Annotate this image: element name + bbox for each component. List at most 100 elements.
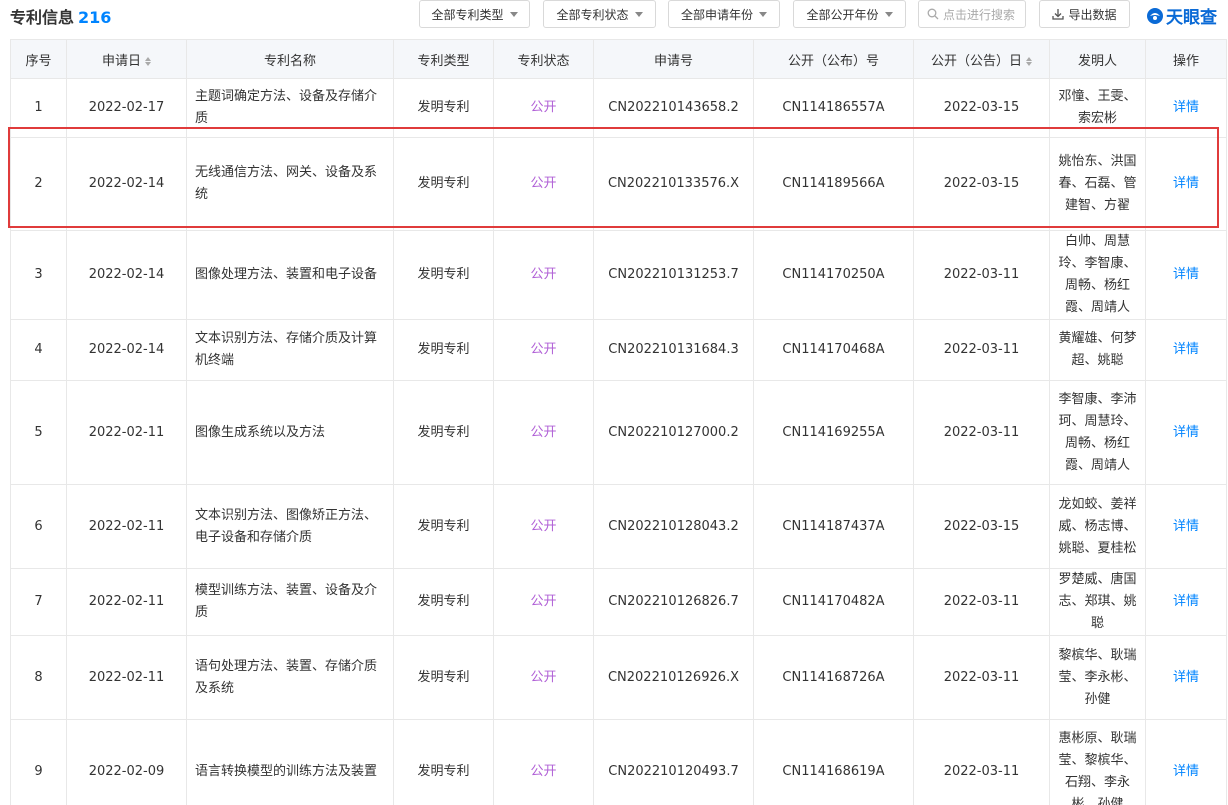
column-header-label: 公开（公告）日	[930, 53, 1022, 69]
column-header-label: 专利状态	[517, 53, 570, 69]
cell-pub-date: 2022-03-15	[913, 78, 1050, 138]
cell-pub-no: CN114170468A	[753, 319, 914, 381]
logo-text: 天眼查	[1166, 8, 1217, 28]
column-header-label: 申请号	[653, 53, 693, 69]
export-button[interactable]: 导出数据	[1039, 0, 1130, 28]
column-header-status: 专利状态	[493, 39, 594, 79]
cell-status: 公开	[493, 230, 594, 320]
cell-pub-date: 2022-03-11	[913, 635, 1050, 720]
cell-app-no: CN202210143658.2	[593, 78, 754, 138]
cell-patent-type: 发明专利	[393, 568, 494, 636]
cell-inventors: 惠彬原、耿瑞莹、黎槟华、石翔、李永彬、孙健	[1049, 719, 1146, 805]
detail-link[interactable]: 详情	[1145, 719, 1227, 805]
cell-inventors: 罗楚威、唐国志、郑琪、姚聪	[1049, 568, 1146, 636]
cell-patent-name: 无线通信方法、网关、设备及系统	[186, 137, 394, 231]
sort-icon[interactable]	[1026, 56, 1032, 66]
filter-patent-type[interactable]: 全部专利类型	[419, 0, 530, 28]
header: 专利信息 216 全部专利类型 全部专利状态 全部申请年份 全部公开年份 点击进行…	[0, 0, 1228, 30]
detail-link[interactable]: 详情	[1145, 78, 1227, 138]
filter-publish-year[interactable]: 全部公开年份	[793, 0, 906, 28]
cell-no: 4	[10, 319, 67, 381]
cell-app-no: CN202210127000.2	[593, 380, 754, 485]
column-header-no: 序号	[10, 39, 67, 79]
column-header-apply-date[interactable]: 申请日	[66, 39, 187, 79]
column-header-pub-date[interactable]: 公开（公告）日	[913, 39, 1050, 79]
cell-pub-date: 2022-03-11	[913, 380, 1050, 485]
cell-app-no: CN202210120493.7	[593, 719, 754, 805]
search-input[interactable]: 点击进行搜索	[918, 0, 1026, 28]
cell-pub-no: CN114187437A	[753, 484, 914, 569]
filter-apply-year[interactable]: 全部申请年份	[668, 0, 780, 28]
cell-inventors: 邓憧、王雯、索宏彬	[1049, 78, 1146, 138]
cell-status: 公开	[493, 78, 594, 138]
cell-patent-name: 文本识别方法、存储介质及计算机终端	[186, 319, 394, 381]
cell-patent-name: 图像生成系统以及方法	[186, 380, 394, 485]
cell-patent-name: 文本识别方法、图像矫正方法、电子设备和存储介质	[186, 484, 394, 569]
table-row: 6 2022-02-11 文本识别方法、图像矫正方法、电子设备和存储介质 发明专…	[10, 484, 1227, 569]
table-row: 8 2022-02-11 语句处理方法、装置、存储介质及系统 发明专利 公开 C…	[10, 635, 1227, 720]
cell-pub-no: CN114170250A	[753, 230, 914, 320]
table-row: 1 2022-02-17 主题词确定方法、设备及存储介质 发明专利 公开 CN2…	[10, 78, 1227, 138]
cell-patent-name: 模型训练方法、装置、设备及介质	[186, 568, 394, 636]
cell-inventors: 龙如蛟、姜祥威、杨志博、姚聪、夏桂松	[1049, 484, 1146, 569]
cell-no: 1	[10, 78, 67, 138]
table-row: 7 2022-02-11 模型训练方法、装置、设备及介质 发明专利 公开 CN2…	[10, 568, 1227, 636]
download-icon	[1052, 9, 1065, 20]
cell-pub-date: 2022-03-11	[913, 568, 1050, 636]
detail-link[interactable]: 详情	[1145, 635, 1227, 720]
column-header-pub-no: 公开（公布）号	[753, 39, 914, 79]
cell-pub-no: CN114168726A	[753, 635, 914, 720]
cell-status: 公开	[493, 719, 594, 805]
caret-down-icon	[759, 11, 767, 17]
detail-link[interactable]: 详情	[1145, 137, 1227, 231]
cell-app-no: CN202210128043.2	[593, 484, 754, 569]
cell-patent-name: 主题词确定方法、设备及存储介质	[186, 78, 394, 138]
table-row: 3 2022-02-14 图像处理方法、装置和电子设备 发明专利 公开 CN20…	[10, 230, 1227, 320]
cell-inventors: 黎槟华、耿瑞莹、李永彬、孙健	[1049, 635, 1146, 720]
detail-link[interactable]: 详情	[1145, 319, 1227, 381]
patent-table: 序号 申请日 专利名称 专利类型 专利状态 申请号 公开（公布）号 公开（公告）…	[10, 39, 1227, 805]
cell-apply-date: 2022-02-11	[66, 635, 187, 720]
filter-patent-status[interactable]: 全部专利状态	[543, 0, 656, 28]
cell-patent-type: 发明专利	[393, 719, 494, 805]
cell-pub-date: 2022-03-11	[913, 719, 1050, 805]
search-icon	[927, 8, 939, 20]
cell-status: 公开	[493, 137, 594, 231]
caret-down-icon	[634, 11, 643, 17]
page-title: 专利信息 216	[10, 4, 111, 28]
cell-status: 公开	[493, 568, 594, 636]
caret-down-icon	[884, 11, 893, 17]
table-row: 4 2022-02-14 文本识别方法、存储介质及计算机终端 发明专利 公开 C…	[10, 319, 1227, 381]
caret-down-icon	[509, 11, 518, 17]
column-header-name: 专利名称	[186, 39, 394, 79]
filter-label: 全部公开年份	[806, 7, 879, 22]
detail-link[interactable]: 详情	[1145, 230, 1227, 320]
cell-no: 3	[10, 230, 67, 320]
cell-pub-no: CN114169255A	[753, 380, 914, 485]
cell-apply-date: 2022-02-14	[66, 230, 187, 320]
cell-no: 5	[10, 380, 67, 485]
cell-pub-date: 2022-03-15	[913, 484, 1050, 569]
column-header-label: 申请日	[101, 53, 141, 69]
patent-count: 216	[78, 8, 112, 27]
cell-apply-date: 2022-02-17	[66, 78, 187, 138]
column-header-label: 发明人	[1077, 53, 1117, 69]
cell-pub-no: CN114189566A	[753, 137, 914, 231]
cell-patent-type: 发明专利	[393, 78, 494, 138]
cell-inventors: 姚怡东、洪国春、石磊、管建智、方翟	[1049, 137, 1146, 231]
cell-status: 公开	[493, 484, 594, 569]
cell-patent-type: 发明专利	[393, 635, 494, 720]
detail-link[interactable]: 详情	[1145, 484, 1227, 569]
detail-link[interactable]: 详情	[1145, 380, 1227, 485]
cell-pub-date: 2022-03-11	[913, 230, 1050, 320]
cell-no: 8	[10, 635, 67, 720]
sort-icon[interactable]	[145, 56, 151, 66]
export-label: 导出数据	[1068, 7, 1117, 22]
cell-patent-name: 语言转换模型的训练方法及装置	[186, 719, 394, 805]
cell-inventors: 黄耀雄、何梦超、姚聪	[1049, 319, 1146, 381]
cell-app-no: CN202210133576.X	[593, 137, 754, 231]
tianyancha-logo: 天眼查	[1146, 3, 1217, 28]
detail-link[interactable]: 详情	[1145, 568, 1227, 636]
filter-label: 全部专利状态	[556, 7, 629, 22]
cell-patent-type: 发明专利	[393, 230, 494, 320]
